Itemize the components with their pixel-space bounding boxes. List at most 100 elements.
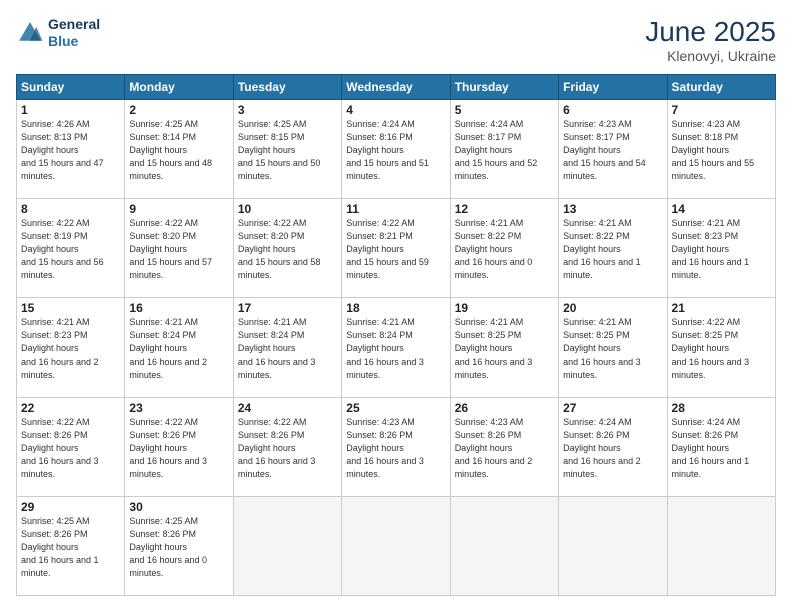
day-number: 20 xyxy=(563,301,662,315)
table-row: 3 Sunrise: 4:25 AMSunset: 8:15 PMDaylight… xyxy=(233,100,341,199)
table-row: 5 Sunrise: 4:24 AMSunset: 8:17 PMDaylight… xyxy=(450,100,558,199)
table-row: 10Sunrise: 4:22 AMSunset: 8:20 PMDayligh… xyxy=(233,199,341,298)
day-info: Sunrise: 4:25 AMSunset: 8:26 PMDaylight … xyxy=(129,516,207,578)
table-row xyxy=(450,496,558,595)
table-row: 21 Sunrise: 4:22 AMSunset: 8:25 PMDayligh… xyxy=(667,298,775,397)
day-info: Sunrise: 4:23 AMSunset: 8:26 PMDaylight … xyxy=(455,417,533,479)
day-info: Sunrise: 4:23 AMSunset: 8:26 PMDaylight … xyxy=(346,417,424,479)
table-row: 2Sunrise: 4:25 AMSunset: 8:14 PMDaylight… xyxy=(125,100,233,199)
table-row: 20 Sunrise: 4:21 AMSunset: 8:25 PMDayligh… xyxy=(559,298,667,397)
day-info: Sunrise: 4:21 AMSunset: 8:25 PMDaylight … xyxy=(455,317,533,379)
page: General Blue June 2025 Klenovyi, Ukraine… xyxy=(0,0,792,612)
calendar-header-row: Sunday Monday Tuesday Wednesday Thursday… xyxy=(17,75,776,100)
day-info: Sunrise: 4:24 AMSunset: 8:16 PMDaylight … xyxy=(346,119,429,181)
calendar-table: Sunday Monday Tuesday Wednesday Thursday… xyxy=(16,74,776,596)
day-number: 6 xyxy=(563,103,662,117)
table-row: 4Sunrise: 4:24 AMSunset: 8:16 PMDaylight… xyxy=(342,100,450,199)
table-row: 30 Sunrise: 4:25 AMSunset: 8:26 PMDayligh… xyxy=(125,496,233,595)
day-info: Sunrise: 4:21 AMSunset: 8:23 PMDaylight … xyxy=(672,218,750,280)
logo-general: General xyxy=(48,16,100,32)
title-block: June 2025 Klenovyi, Ukraine xyxy=(645,16,776,64)
table-row: 14Sunrise: 4:21 AMSunset: 8:23 PMDayligh… xyxy=(667,199,775,298)
day-number: 8 xyxy=(21,202,120,216)
table-row: 22 Sunrise: 4:22 AMSunset: 8:26 PMDayligh… xyxy=(17,397,125,496)
table-row: 8 Sunrise: 4:22 AMSunset: 8:19 PMDaylight… xyxy=(17,199,125,298)
col-saturday: Saturday xyxy=(667,75,775,100)
location: Klenovyi, Ukraine xyxy=(645,48,776,64)
day-info: Sunrise: 4:24 AMSunset: 8:17 PMDaylight … xyxy=(455,119,538,181)
day-number: 23 xyxy=(129,401,228,415)
table-row: 11Sunrise: 4:22 AMSunset: 8:21 PMDayligh… xyxy=(342,199,450,298)
table-row xyxy=(342,496,450,595)
table-row: 1Sunrise: 4:26 AMSunset: 8:13 PMDaylight… xyxy=(17,100,125,199)
day-info: Sunrise: 4:21 AMSunset: 8:22 PMDaylight … xyxy=(563,218,641,280)
day-number: 12 xyxy=(455,202,554,216)
day-info: Sunrise: 4:24 AMSunset: 8:26 PMDaylight … xyxy=(563,417,641,479)
day-number: 25 xyxy=(346,401,445,415)
day-number: 1 xyxy=(21,103,120,117)
day-number: 26 xyxy=(455,401,554,415)
day-info: Sunrise: 4:21 AMSunset: 8:24 PMDaylight … xyxy=(129,317,207,379)
table-row: 24 Sunrise: 4:22 AMSunset: 8:26 PMDayligh… xyxy=(233,397,341,496)
table-row: 16 Sunrise: 4:21 AMSunset: 8:24 PMDayligh… xyxy=(125,298,233,397)
day-number: 19 xyxy=(455,301,554,315)
day-info: Sunrise: 4:22 AMSunset: 8:26 PMDaylight … xyxy=(129,417,207,479)
col-thursday: Thursday xyxy=(450,75,558,100)
day-info: Sunrise: 4:22 AMSunset: 8:26 PMDaylight … xyxy=(238,417,316,479)
col-monday: Monday xyxy=(125,75,233,100)
table-row: 18 Sunrise: 4:21 AMSunset: 8:24 PMDayligh… xyxy=(342,298,450,397)
day-number: 17 xyxy=(238,301,337,315)
logo-blue: Blue xyxy=(48,33,78,49)
col-sunday: Sunday xyxy=(17,75,125,100)
day-number: 11 xyxy=(346,202,445,216)
day-number: 21 xyxy=(672,301,771,315)
table-row: 17 Sunrise: 4:21 AMSunset: 8:24 PMDayligh… xyxy=(233,298,341,397)
day-number: 5 xyxy=(455,103,554,117)
day-number: 16 xyxy=(129,301,228,315)
day-number: 9 xyxy=(129,202,228,216)
table-row: 7 Sunrise: 4:23 AMSunset: 8:18 PMDaylight… xyxy=(667,100,775,199)
day-number: 3 xyxy=(238,103,337,117)
table-row: 6 Sunrise: 4:23 AMSunset: 8:17 PMDaylight… xyxy=(559,100,667,199)
col-tuesday: Tuesday xyxy=(233,75,341,100)
table-row: 12 Sunrise: 4:21 AMSunset: 8:22 PMDayligh… xyxy=(450,199,558,298)
table-row: 9 Sunrise: 4:22 AMSunset: 8:20 PMDaylight… xyxy=(125,199,233,298)
day-number: 7 xyxy=(672,103,771,117)
day-number: 30 xyxy=(129,500,228,514)
table-row xyxy=(233,496,341,595)
day-number: 27 xyxy=(563,401,662,415)
day-info: Sunrise: 4:24 AMSunset: 8:26 PMDaylight … xyxy=(672,417,750,479)
day-info: Sunrise: 4:22 AMSunset: 8:25 PMDaylight … xyxy=(672,317,750,379)
table-row xyxy=(667,496,775,595)
day-number: 18 xyxy=(346,301,445,315)
day-info: Sunrise: 4:22 AMSunset: 8:20 PMDaylight … xyxy=(238,218,321,280)
day-number: 24 xyxy=(238,401,337,415)
day-info: Sunrise: 4:25 AMSunset: 8:26 PMDaylight … xyxy=(21,516,99,578)
day-info: Sunrise: 4:21 AMSunset: 8:23 PMDaylight … xyxy=(21,317,99,379)
table-row: 23 Sunrise: 4:22 AMSunset: 8:26 PMDayligh… xyxy=(125,397,233,496)
table-row: 26 Sunrise: 4:23 AMSunset: 8:26 PMDayligh… xyxy=(450,397,558,496)
table-row: 19 Sunrise: 4:21 AMSunset: 8:25 PMDayligh… xyxy=(450,298,558,397)
table-row: 28 Sunrise: 4:24 AMSunset: 8:26 PMDayligh… xyxy=(667,397,775,496)
col-friday: Friday xyxy=(559,75,667,100)
day-info: Sunrise: 4:25 AMSunset: 8:14 PMDaylight … xyxy=(129,119,212,181)
table-row: 13Sunrise: 4:21 AMSunset: 8:22 PMDayligh… xyxy=(559,199,667,298)
day-number: 22 xyxy=(21,401,120,415)
day-info: Sunrise: 4:21 AMSunset: 8:24 PMDaylight … xyxy=(238,317,316,379)
table-row xyxy=(559,496,667,595)
day-number: 28 xyxy=(672,401,771,415)
day-info: Sunrise: 4:21 AMSunset: 8:25 PMDaylight … xyxy=(563,317,641,379)
table-row: 27 Sunrise: 4:24 AMSunset: 8:26 PMDayligh… xyxy=(559,397,667,496)
day-info: Sunrise: 4:22 AMSunset: 8:20 PMDaylight … xyxy=(129,218,212,280)
day-info: Sunrise: 4:22 AMSunset: 8:26 PMDaylight … xyxy=(21,417,99,479)
month-title: June 2025 xyxy=(645,16,776,48)
day-info: Sunrise: 4:23 AMSunset: 8:17 PMDaylight … xyxy=(563,119,646,181)
day-number: 29 xyxy=(21,500,120,514)
table-row: 25 Sunrise: 4:23 AMSunset: 8:26 PMDayligh… xyxy=(342,397,450,496)
day-info: Sunrise: 4:25 AMSunset: 8:15 PMDaylight … xyxy=(238,119,321,181)
day-info: Sunrise: 4:22 AMSunset: 8:19 PMDaylight … xyxy=(21,218,104,280)
table-row: 15Sunrise: 4:21 AMSunset: 8:23 PMDayligh… xyxy=(17,298,125,397)
day-info: Sunrise: 4:23 AMSunset: 8:18 PMDaylight … xyxy=(672,119,755,181)
day-info: Sunrise: 4:21 AMSunset: 8:24 PMDaylight … xyxy=(346,317,424,379)
day-info: Sunrise: 4:21 AMSunset: 8:22 PMDaylight … xyxy=(455,218,533,280)
